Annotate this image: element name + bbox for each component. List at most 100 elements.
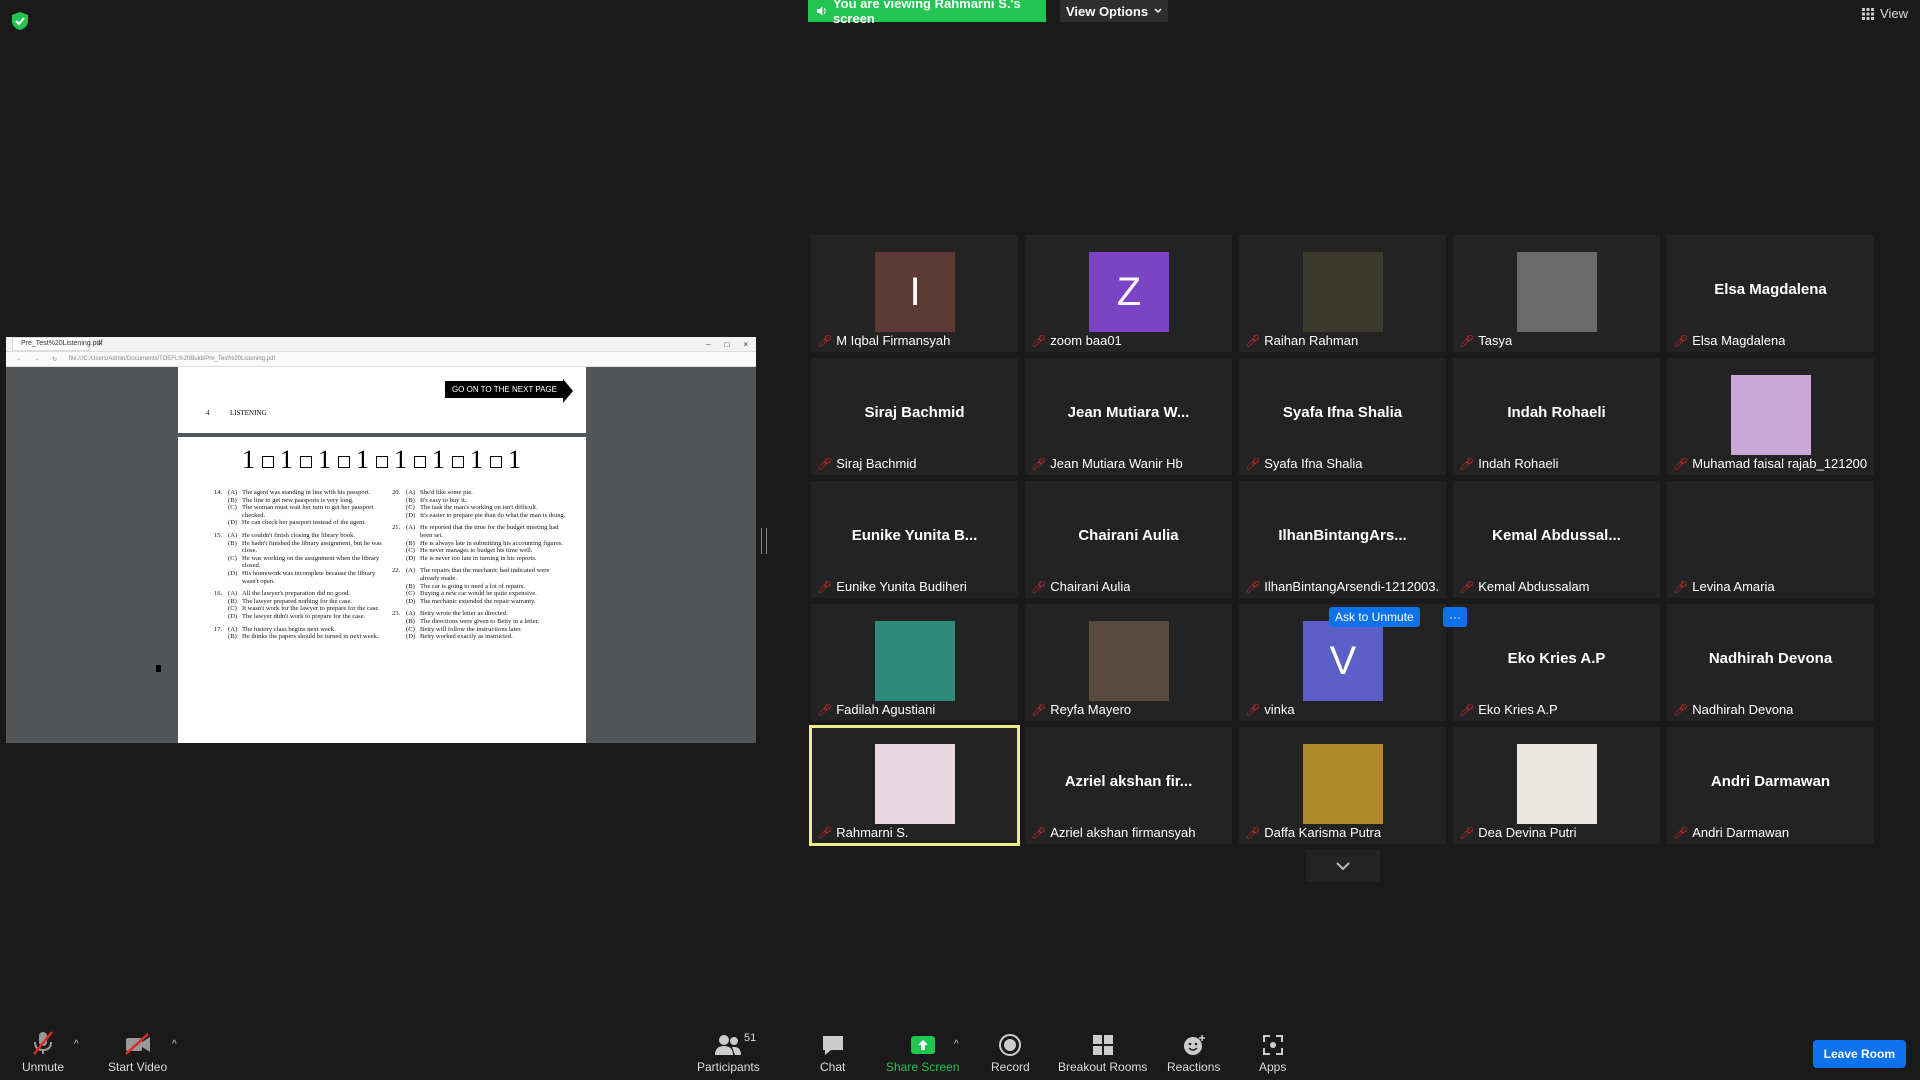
participant-name: Kemal Abdussalam — [1478, 579, 1590, 594]
question-option: (B) The line to get new passports is very… — [214, 497, 390, 505]
participant-tile[interactable]: I 🎤︎ M Iqbal Firmansyah — [811, 235, 1018, 352]
chat-button[interactable]: Chat — [820, 1034, 845, 1074]
mic-muted-icon: 🎤︎ — [1031, 456, 1047, 471]
participant-tile[interactable]: Elsa Magdalena 🎤︎ Elsa Magdalena — [1667, 235, 1874, 352]
forward-icon[interactable]: → — [34, 356, 40, 362]
option-letter: (C) — [228, 504, 237, 512]
avatar-photo — [1089, 621, 1169, 701]
participant-tile[interactable]: 🎤︎ Daffa Karisma Putra — [1239, 727, 1446, 844]
view-layout-button[interactable]: View — [1862, 6, 1908, 21]
share-screen-button[interactable]: Share Screen — [886, 1034, 959, 1074]
participant-name: vinka — [1264, 702, 1295, 717]
participant-tile[interactable]: Kemal Abdussal... 🎤︎ Kemal Abdussalam — [1453, 481, 1660, 598]
mic-muted-icon: 🎤︎ — [1459, 333, 1475, 348]
participant-name: Dea Devina Putri — [1478, 825, 1577, 840]
question-option: (C) Betty will follow the instructions la… — [392, 626, 568, 634]
question-number — [214, 540, 228, 555]
participant-tile[interactable]: Andri Darmawan 🎤︎ Andri Darmawan — [1667, 727, 1874, 844]
gallery-next-page-button[interactable] — [1306, 850, 1380, 882]
option-text: He was working on the assignment when th… — [242, 554, 380, 570]
question-number — [392, 512, 406, 520]
record-button[interactable]: Record — [991, 1034, 1030, 1074]
more-options-button[interactable]: ··· — [1443, 607, 1467, 627]
share-options-caret-icon[interactable]: ^ — [954, 1039, 959, 1050]
participant-tile[interactable]: 🎤︎ Reyfa Mayero — [1025, 604, 1232, 721]
participant-name: Indah Rohaeli — [1478, 456, 1559, 471]
option-text: He is always late in submitting his acco… — [420, 539, 564, 547]
participant-name-label: 🎤︎ Eunike Yunita Budiheri — [817, 579, 967, 594]
question-number: 22. — [392, 567, 401, 575]
participant-display-name: Syafa Ifna Shalia — [1282, 404, 1403, 421]
participant-tile[interactable]: Syafa Ifna Shalia 🎤︎ Syafa Ifna Shalia — [1239, 358, 1446, 475]
participant-name: Azriel akshan firmansyah — [1050, 825, 1196, 840]
question-option: (D) The mechanic extended the repair warr… — [392, 598, 568, 606]
participant-name: Rahmarni S. — [836, 825, 909, 840]
participant-name-label: 🎤︎ Fadilah Agustiani — [817, 702, 935, 717]
question-option: 21. (A) He reported that the time for the … — [392, 524, 568, 539]
mic-muted-icon: 🎤︎ — [1031, 579, 1047, 594]
participant-tile[interactable]: 🎤︎ Dea Devina Putri — [1453, 727, 1660, 844]
participant-tile[interactable]: 🎤︎ Muhamad faisal rajab_121200... — [1667, 358, 1874, 475]
mic-muted-icon: 🎤︎ — [1673, 333, 1689, 348]
question-number: 14. — [214, 489, 223, 496]
video-options-caret-icon[interactable]: ^ — [172, 1039, 177, 1050]
participant-tile[interactable]: Azriel akshan fir... 🎤︎ Azriel akshan firm… — [1025, 727, 1232, 844]
mic-muted-icon: 🎤︎ — [1031, 702, 1047, 717]
maximize-icon[interactable]: □ — [724, 340, 729, 349]
option-text: Betty wrote the letter as directed. — [420, 610, 508, 618]
camera-off-icon — [124, 1033, 150, 1055]
participant-tile[interactable]: Chairani Aulia 🎤︎ Chairani Aulia — [1025, 481, 1232, 598]
split-divider-handle[interactable] — [761, 528, 767, 554]
share-screen-label: Share Screen — [886, 1060, 960, 1074]
new-tab-icon[interactable]: + — [98, 341, 102, 348]
participant-tile[interactable]: Z 🎤︎ zoom baa01 — [1025, 235, 1232, 352]
question-number — [392, 504, 406, 512]
minimize-icon[interactable]: – — [706, 340, 710, 349]
question-number: 20. — [392, 489, 401, 496]
apps-button[interactable]: Apps — [1259, 1034, 1286, 1074]
participant-name-label: 🎤︎ Raihan Rahman — [1245, 333, 1358, 348]
participant-tile[interactable]: 🎤︎ Raihan Rahman — [1239, 235, 1446, 352]
participant-tile[interactable]: 🎤︎ Fadilah Agustiani — [811, 604, 1018, 721]
question-option: 16. (A) All the lawyer's preparation did n… — [214, 590, 390, 598]
participants-label: Participants — [697, 1060, 760, 1074]
participant-tile[interactable]: 🎤︎ Tasya — [1453, 235, 1660, 352]
question-option: (C) The woman must wait her turn to get h… — [214, 504, 390, 519]
audio-options-caret-icon[interactable]: ^ — [74, 1039, 79, 1050]
question-option: (B) He is always late in submitting his a… — [392, 540, 568, 548]
participant-tile[interactable]: 🎤︎ Rahmarni S. — [809, 725, 1020, 846]
participant-name: Eko Kries A.P — [1478, 702, 1558, 717]
start-video-button[interactable]: Start Video — [108, 1032, 167, 1074]
option-text: The lawyer prepared nothing for the case… — [242, 597, 353, 605]
view-options-button[interactable]: View Options — [1060, 0, 1168, 22]
question-option: (C) Buying a new car would be quite expen… — [392, 590, 568, 598]
participant-tile[interactable]: Eko Kries A.P 🎤︎ Eko Kries A.P — [1453, 604, 1660, 721]
security-shield-icon[interactable] — [12, 12, 28, 30]
browser-tab[interactable]: Pre_Test%20Listening.pdf — [12, 337, 102, 351]
participant-display-name: Eunike Yunita B... — [851, 527, 978, 544]
ask-to-unmute-button[interactable]: Ask to Unmute — [1329, 607, 1420, 627]
participant-tile[interactable]: Nadhirah Devona 🎤︎ Nadhirah Devona — [1667, 604, 1874, 721]
question-option: 17. (A) The history class begins next week… — [214, 626, 390, 634]
unmute-button[interactable]: Unmute — [22, 1030, 64, 1074]
close-icon[interactable]: × — [743, 340, 748, 349]
question-option: (B) The directions were given to Betty in… — [392, 618, 568, 626]
browser-address-bar[interactable]: ← → ↻ file:///C:/Users/Admin/Documents/T… — [6, 352, 756, 367]
participant-name-label: 🎤︎ Daffa Karisma Putra — [1245, 825, 1381, 840]
shared-screen[interactable]: Pre_Test%20Listening.pdf + – □ × ← → ↻ f… — [6, 337, 756, 743]
reload-icon[interactable]: ↻ — [52, 356, 57, 363]
leave-room-button[interactable]: Leave Room — [1812, 1040, 1906, 1068]
breakout-rooms-button[interactable]: Breakout Rooms — [1058, 1034, 1147, 1074]
participant-tile[interactable]: Siraj Bachmid 🎤︎ Siraj Bachmid — [811, 358, 1018, 475]
participant-tile[interactable]: IlhanBintangArs... 🎤︎ IlhanBintangArsendi-… — [1239, 481, 1446, 598]
back-icon[interactable]: ← — [16, 356, 22, 362]
mic-muted-icon: 🎤︎ — [817, 456, 833, 471]
participant-tile[interactable]: Indah Rohaeli 🎤︎ Indah Rohaeli — [1453, 358, 1660, 475]
participant-tile[interactable]: Jean Mutiara W... 🎤︎ Jean Mutiara Wanir Hb — [1025, 358, 1232, 475]
participant-tile[interactable]: 🎤︎ Levina Amaria — [1667, 481, 1874, 598]
question-item: 17. (A) The history class begins next week… — [214, 626, 390, 641]
reactions-button[interactable]: Reactions — [1167, 1034, 1220, 1074]
question-option: (D) It's easier to prepare pie than do wh… — [392, 512, 568, 520]
question-number: 15. — [214, 531, 223, 539]
participant-tile[interactable]: Eunike Yunita B... 🎤︎ Eunike Yunita Budihe… — [811, 481, 1018, 598]
